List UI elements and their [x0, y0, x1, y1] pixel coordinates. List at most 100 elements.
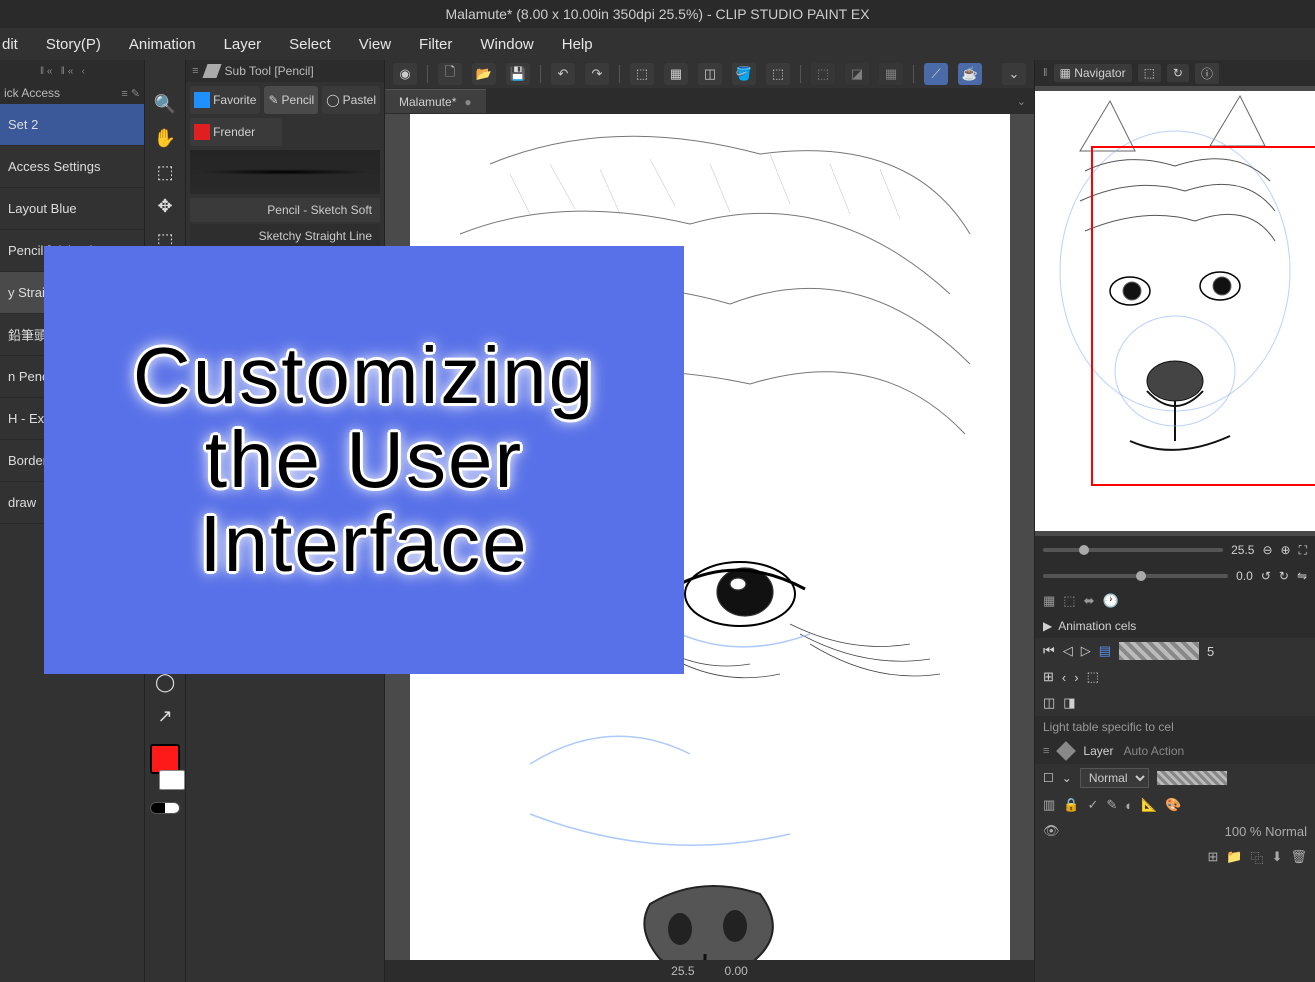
deselect-button[interactable]: ⬚ — [630, 63, 654, 85]
subtab-pastel[interactable]: ◯ Pastel — [322, 86, 380, 114]
next-frame-icon[interactable]: ▷ — [1081, 643, 1091, 659]
navigator-frame[interactable] — [1091, 146, 1315, 486]
play-icon[interactable]: ▶ — [1043, 619, 1052, 633]
fit-icon[interactable]: ⛶ — [1299, 543, 1307, 558]
menu-icon[interactable]: ‖ — [1043, 67, 1048, 79]
mask-icon[interactable]: ◐ — [1125, 798, 1133, 813]
clip-studio-icon[interactable]: ◉ — [393, 63, 417, 85]
visibility-icon[interactable]: 👁 — [1043, 823, 1060, 839]
menu-icon[interactable]: ≡ — [1043, 745, 1049, 757]
onion-icon[interactable]: ◫ — [1043, 695, 1055, 711]
prev-frame-icon[interactable]: ◁ — [1063, 643, 1073, 659]
next-cel-icon[interactable]: › — [1074, 670, 1078, 685]
light-table-icon[interactable]: ◨ — [1063, 695, 1075, 711]
dropdown-icon[interactable]: ⌄ — [1062, 771, 1072, 785]
duplicate-icon[interactable]: ⿻ — [1251, 848, 1264, 867]
qa-set-2[interactable]: Set 2 — [0, 104, 144, 146]
menu-select[interactable]: Select — [289, 36, 331, 53]
zoom-out-icon[interactable]: ⊖ — [1262, 543, 1272, 557]
subtab-pencil[interactable]: ✎ Pencil — [264, 86, 318, 114]
snap-special-button[interactable]: ◪ — [845, 63, 869, 85]
history-icon[interactable]: 🕐 — [1103, 593, 1119, 609]
nav-tab-2[interactable]: ⬚ — [1138, 64, 1161, 82]
cel-thumbnail[interactable] — [1119, 642, 1199, 660]
ruler-layer-icon[interactable]: 📐 — [1141, 797, 1157, 813]
correct-line-tool[interactable]: ↗ — [151, 702, 179, 730]
menu-view[interactable]: View — [359, 36, 391, 53]
nav-tab-3[interactable]: ↻ — [1167, 64, 1189, 82]
transparent-toggle[interactable] — [150, 802, 180, 814]
prev-cel-icon[interactable]: ‹ — [1062, 670, 1066, 685]
layer-label[interactable]: Layer — [1083, 744, 1113, 758]
background-color[interactable] — [159, 770, 185, 790]
move-tool[interactable]: ✥ — [151, 192, 179, 220]
select-all-button[interactable]: ▦ — [664, 63, 688, 85]
color-icon[interactable]: 🎨 — [1165, 797, 1181, 813]
navigator-tab[interactable]: ▦ Navigator — [1054, 64, 1132, 82]
merge-icon[interactable]: ⬇ — [1272, 849, 1283, 865]
scale-button[interactable]: ⬚ — [766, 63, 790, 85]
open-button[interactable]: 📂 — [472, 63, 496, 85]
new-button[interactable]: 🗋 — [438, 63, 462, 85]
pos-x: 0.00 — [725, 964, 748, 978]
auto-action-tab[interactable]: Auto Action — [1123, 744, 1184, 758]
delete-layer-icon[interactable]: 🗑 — [1290, 849, 1307, 865]
menu-icon[interactable]: ≡ — [192, 65, 198, 77]
dropdown-icon[interactable]: ⌄ — [1002, 63, 1026, 85]
new-layer-icon[interactable]: ⊞ — [1207, 849, 1218, 865]
snap-grid-button[interactable]: ▦ — [879, 63, 903, 85]
flip-icon[interactable]: ⇋ — [1297, 569, 1307, 583]
hand-tool[interactable]: ✋ — [151, 124, 179, 152]
menu-cel-icon[interactable]: ⬚ — [1087, 669, 1099, 685]
qa-access-settings[interactable]: Access Settings — [0, 146, 144, 188]
flip-h-icon[interactable]: ⬌ — [1084, 593, 1095, 609]
clip-mask-icon[interactable]: ▥ — [1043, 797, 1055, 813]
cup-button[interactable]: ☕ — [958, 63, 982, 85]
navigator-view[interactable] — [1035, 86, 1315, 536]
zoom-in-icon[interactable]: ⊕ — [1281, 543, 1291, 557]
tab-dropdown[interactable]: ⌄ — [1017, 95, 1034, 108]
doc-tab-malamute[interactable]: Malamute*● — [385, 89, 486, 113]
rotate-right-icon[interactable]: ↻ — [1279, 569, 1289, 583]
ref-icon[interactable]: ✓ — [1087, 797, 1098, 813]
new-folder-icon[interactable]: 📁 — [1226, 849, 1242, 865]
menu-edit[interactable]: dit — [2, 36, 18, 53]
cel-stack-icon[interactable]: ▤ — [1099, 643, 1111, 659]
brush-sketchy-line[interactable]: Sketchy Straight Line — [190, 224, 380, 248]
invert-button[interactable]: ◫ — [698, 63, 722, 85]
new-cel-icon[interactable]: ⊞ — [1043, 669, 1054, 685]
status-bar: 25.5 0.00 — [385, 960, 1034, 982]
zoom-tool[interactable]: 🔍 — [151, 90, 179, 118]
lock-icon[interactable]: 🔒 — [1063, 797, 1079, 813]
blend-mode-select[interactable]: Normal — [1080, 768, 1149, 788]
redo-button[interactable]: ↷ — [585, 63, 609, 85]
rotate-left-icon[interactable]: ↺ — [1261, 569, 1271, 583]
snap-ruler-button[interactable]: ⬚ — [811, 63, 835, 85]
qa-layout-blue[interactable]: Layout Blue — [0, 188, 144, 230]
fill-button[interactable]: 🪣 — [732, 63, 756, 85]
first-frame-icon[interactable]: ⏮ — [1043, 643, 1055, 659]
checkbox-icon[interactable]: ☐ — [1043, 771, 1054, 785]
subtab-frender[interactable]: Frender — [190, 118, 282, 146]
menu-layer[interactable]: Layer — [224, 36, 262, 53]
menu-filter[interactable]: Filter — [419, 36, 452, 53]
opacity-slider[interactable] — [1157, 771, 1227, 785]
brush-sketch-soft[interactable]: Pencil - Sketch Soft — [190, 198, 380, 222]
draft-icon[interactable]: ✎ — [1106, 797, 1117, 813]
save-button[interactable]: 💾 — [506, 63, 530, 85]
nav-tab-info[interactable]: ⓘ — [1195, 63, 1219, 84]
undo-button[interactable]: ↶ — [551, 63, 575, 85]
panel-controls[interactable]: ‖ « ‖ « ‹ — [0, 60, 144, 82]
menu-help[interactable]: Help — [562, 36, 593, 53]
frame-icon[interactable]: ⬚ — [1063, 593, 1075, 609]
zoom-control[interactable]: 25.5 ⊖⊕⛶ — [1035, 536, 1315, 564]
menu-window[interactable]: Window — [480, 36, 533, 53]
menu-icon[interactable]: ≡ ✎ — [121, 87, 140, 100]
menu-story[interactable]: Story(P) — [46, 36, 101, 53]
subtab-favorite[interactable]: Favorite — [190, 86, 260, 114]
grid-icon[interactable]: ▦ — [1043, 593, 1055, 609]
operation-tool[interactable]: ⬚ — [151, 158, 179, 186]
rotation-control[interactable]: 0.0 ↺↻⇋ — [1035, 564, 1315, 588]
menu-animation[interactable]: Animation — [129, 36, 196, 53]
smart-smooth-button[interactable]: ⟋ — [924, 63, 948, 85]
